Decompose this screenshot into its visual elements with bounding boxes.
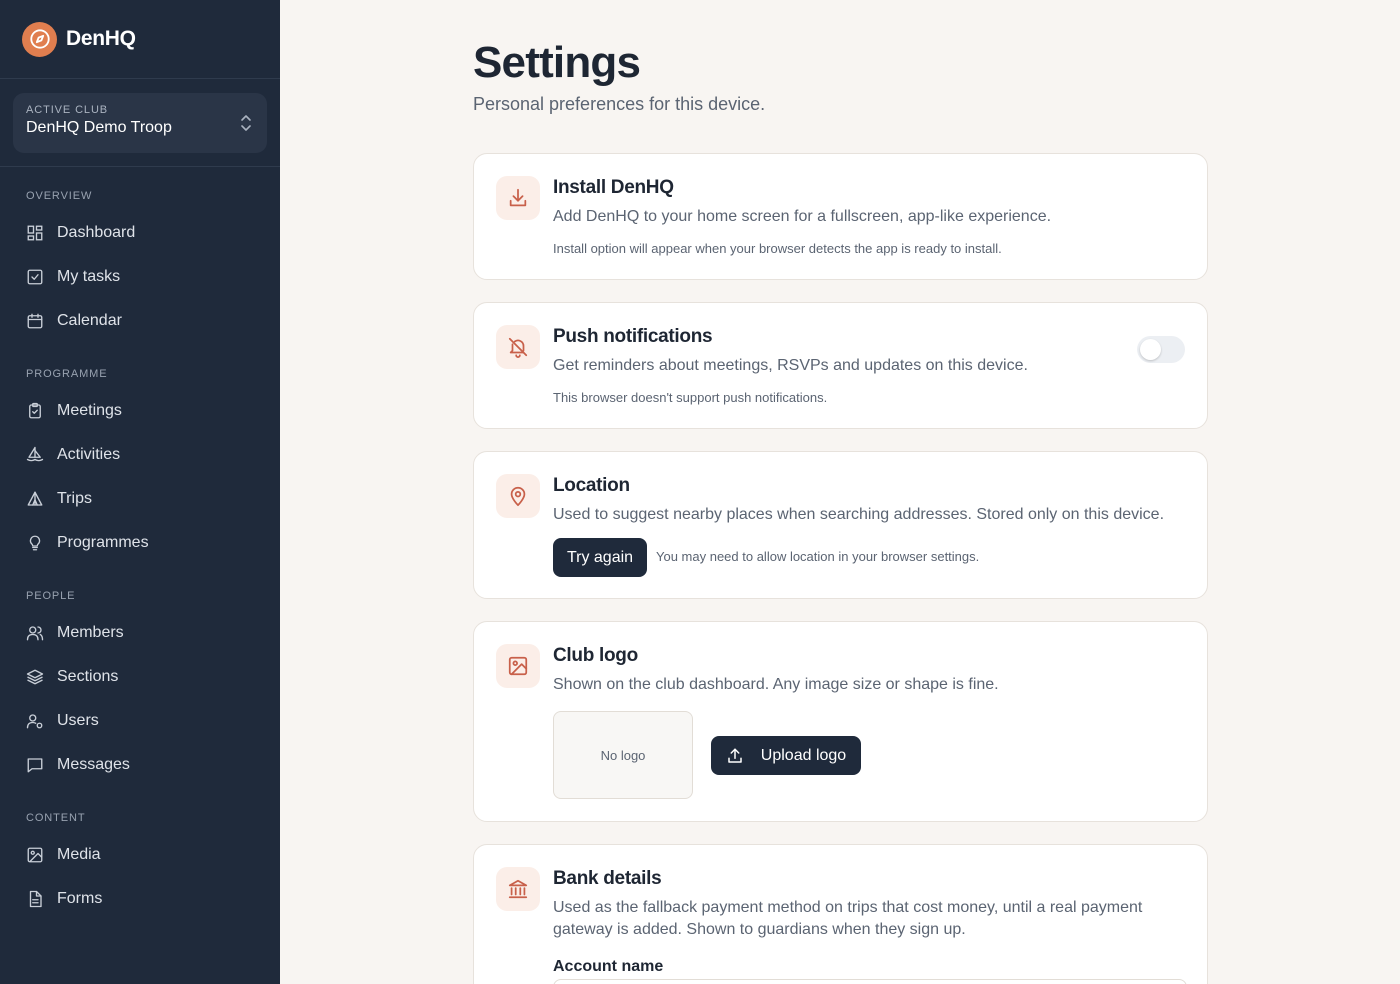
message-icon: [26, 756, 44, 774]
nav-label: Activities: [57, 446, 121, 463]
push-toggle[interactable]: [1137, 336, 1185, 363]
location-note: You may need to allow location in your b…: [656, 549, 980, 564]
bank-description-line1: Used as the fallback payment method on t…: [553, 899, 1143, 916]
nav-label: Trips: [57, 490, 92, 507]
nav-heading-programme: PROGRAMME: [26, 368, 108, 380]
logo-preview: No logo: [553, 711, 693, 799]
push-description: Get reminders about meetings, RSVPs and …: [553, 357, 1028, 374]
chevron-up-down-icon: [239, 114, 253, 137]
club-kicker: ACTIVE CLUB: [26, 104, 109, 116]
page-title: Settings: [473, 38, 641, 87]
download-icon: [496, 176, 540, 220]
club-logo-card: Club logo Shown on the club dashboard. A…: [473, 621, 1208, 822]
location-description: Used to suggest nearby places when searc…: [553, 506, 1165, 523]
install-note: Install option will appear when your bro…: [553, 241, 1002, 256]
nav-programme: PROGRAMME Meetings Activities Trips Prog…: [0, 343, 280, 565]
install-description: Add DenHQ to your home screen for a full…: [553, 208, 1052, 225]
club-logo-title: Club logo: [553, 645, 638, 666]
checkbox-icon: [26, 268, 44, 286]
upload-logo-button[interactable]: Upload logo: [711, 736, 861, 775]
nav-label: Dashboard: [57, 224, 136, 241]
nav-item-meetings[interactable]: Meetings: [13, 389, 267, 433]
image-icon: [496, 644, 540, 688]
nav-item-users[interactable]: Users: [13, 699, 267, 743]
nav-label: Sections: [57, 668, 119, 685]
location-card: Location Used to suggest nearby places w…: [473, 451, 1208, 599]
nav-people: PEOPLE Members Sections Users Messages: [0, 565, 280, 787]
nav-item-messages[interactable]: Messages: [13, 743, 267, 787]
users-icon: [26, 624, 44, 642]
nav-label: Meetings: [57, 402, 122, 419]
upload-icon: [726, 747, 744, 765]
nav-heading-overview: OVERVIEW: [26, 190, 93, 202]
nav-label: Forms: [57, 890, 103, 907]
tent-icon: [26, 490, 44, 508]
page-subtitle: Personal preferences for this device.: [473, 94, 766, 114]
map-pin-icon: [496, 474, 540, 518]
nav-label: Messages: [57, 756, 130, 773]
file-text-icon: [26, 890, 44, 908]
nav-label: Calendar: [57, 312, 122, 329]
brand[interactable]: DenHQ: [0, 0, 280, 79]
club-name: DenHQ Demo Troop: [26, 119, 172, 136]
bank-title: Bank details: [553, 868, 662, 889]
nav-label: Users: [57, 712, 99, 729]
nav-item-sections[interactable]: Sections: [13, 655, 267, 699]
logo-placeholder: No logo: [600, 747, 646, 763]
nav-label: My tasks: [57, 268, 121, 285]
calendar-icon: [26, 312, 44, 330]
push-title: Push notifications: [553, 326, 713, 347]
sidebar: DenHQ ACTIVE CLUB DenHQ Demo Troop OVERV…: [0, 0, 280, 984]
nav-label: Media: [57, 846, 101, 863]
dashboard-icon: [26, 224, 44, 242]
nav-label: Members: [57, 624, 124, 641]
sailboat-icon: [26, 446, 44, 464]
account-name-label: Account name: [553, 958, 664, 975]
layers-icon: [26, 668, 44, 686]
user-cog-icon: [26, 712, 44, 730]
nav-heading-people: PEOPLE: [26, 590, 76, 602]
push-note: This browser doesn't support push notifi…: [553, 390, 828, 405]
nav-item-dashboard[interactable]: Dashboard: [13, 211, 267, 255]
bank-description: Used as the fallback payment method on t…: [553, 897, 1142, 941]
nav-item-activities[interactable]: Activities: [13, 433, 267, 477]
nav-item-my-tasks[interactable]: My tasks: [13, 255, 267, 299]
toggle-knob: [1140, 339, 1161, 360]
clipboard-check-icon: [26, 402, 44, 420]
nav-content: CONTENT Media Forms: [0, 787, 280, 921]
brand-name: DenHQ: [66, 27, 136, 50]
account-name-input[interactable]: [553, 979, 1187, 984]
nav-item-calendar[interactable]: Calendar: [13, 299, 267, 343]
nav-label: Programmes: [57, 534, 149, 551]
push-card: Push notifications Get reminders about m…: [473, 302, 1208, 429]
nav-item-members[interactable]: Members: [13, 611, 267, 655]
main-content: Settings Personal preferences for this d…: [280, 0, 1400, 984]
location-title: Location: [553, 475, 630, 496]
bank-description-line2: gateway is added. Shown to guardians whe…: [553, 921, 966, 938]
nav-item-media[interactable]: Media: [13, 833, 267, 877]
club-logo-description: Shown on the club dashboard. Any image s…: [553, 676, 999, 693]
upload-logo-label: Upload logo: [760, 746, 847, 764]
nav-heading-content: CONTENT: [26, 812, 86, 824]
club-switcher[interactable]: ACTIVE CLUB DenHQ Demo Troop: [13, 93, 267, 153]
nav-item-programmes[interactable]: Programmes: [13, 521, 267, 565]
nav-item-forms[interactable]: Forms: [13, 877, 267, 921]
bank-icon: [496, 867, 540, 911]
lightbulb-icon: [26, 534, 44, 552]
install-card: Install DenHQ Add DenHQ to your home scr…: [473, 153, 1208, 280]
install-title: Install DenHQ: [553, 177, 674, 198]
nav-item-trips[interactable]: Trips: [13, 477, 267, 521]
try-again-button[interactable]: Try again: [553, 538, 647, 577]
bank-details-card: Bank details Used as the fallback paymen…: [473, 844, 1208, 984]
compass-icon: [22, 21, 57, 57]
nav-overview: OVERVIEW Dashboard My tasks Calendar: [0, 167, 280, 343]
bell-off-icon: [496, 325, 540, 369]
image-icon: [26, 846, 44, 864]
